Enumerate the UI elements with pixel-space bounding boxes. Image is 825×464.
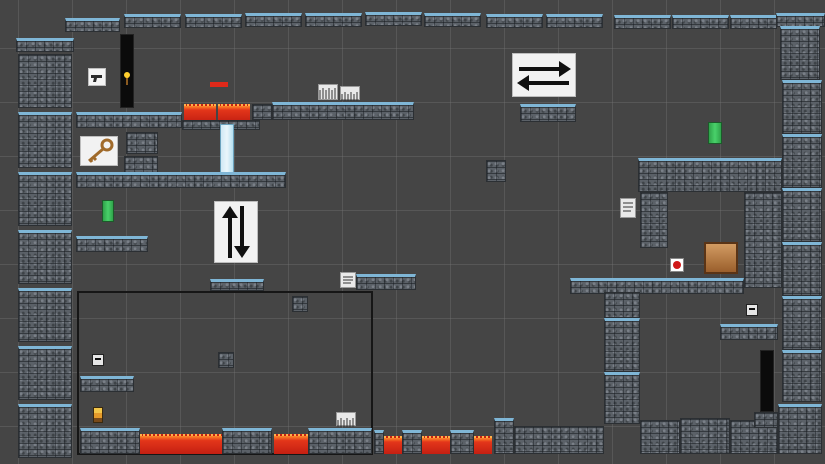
door-right[interactable] [760, 350, 774, 412]
floor-block [374, 430, 384, 454]
right-wall-block [780, 26, 820, 80]
platform-small-left [76, 236, 148, 252]
spike-trap-icon [340, 86, 360, 101]
wall-stub [126, 132, 158, 154]
ceiling-block [776, 13, 825, 27]
spike-trap-icon [336, 412, 356, 427]
column-right-lower [604, 372, 640, 424]
ceiling-block [305, 13, 362, 27]
left-wall-block [18, 230, 72, 284]
lava-pool-7 [474, 436, 492, 454]
floating-block [292, 296, 308, 312]
ceiling-block [730, 15, 777, 29]
ceiling-block [486, 14, 543, 28]
floor-block [514, 426, 604, 454]
platform-right-small [720, 324, 778, 340]
floor-block [222, 428, 272, 454]
ceiling-block [614, 15, 671, 29]
left-wall-block [18, 404, 72, 458]
left-wall-block [18, 54, 72, 108]
torch-icon[interactable] [123, 70, 131, 85]
column-right [640, 192, 668, 248]
platform-under-sign [210, 279, 264, 291]
glass-column [220, 124, 234, 176]
floor-block [402, 430, 422, 454]
platform-right-upper [638, 158, 782, 192]
right-wall-block [778, 404, 822, 454]
floor-block [640, 420, 680, 454]
key-icon[interactable] [80, 136, 118, 166]
column-right-2 [744, 192, 782, 288]
note-icon[interactable] [340, 272, 356, 288]
ceiling-block [546, 14, 603, 28]
lava-pool-6 [422, 436, 450, 454]
ceiling-block [124, 14, 181, 28]
red-marker [210, 82, 228, 87]
right-wall-block [782, 296, 822, 350]
ceiling-block [424, 13, 481, 27]
floor-block [308, 428, 372, 454]
swap-horizontal-icon [512, 53, 576, 97]
gun-icon[interactable] [88, 68, 106, 86]
wooden-crate[interactable] [704, 242, 738, 274]
platform-small [520, 104, 576, 122]
note-icon[interactable] [620, 198, 636, 218]
floor-block [450, 430, 474, 454]
left-wall-block [18, 288, 72, 342]
floor-block [680, 418, 730, 454]
right-wall-block [782, 80, 822, 134]
platform-step [252, 104, 272, 120]
robot-enemy[interactable] [746, 304, 758, 316]
floor-block [80, 428, 140, 454]
right-wall-block [782, 350, 822, 402]
red-button[interactable] [670, 258, 684, 272]
left-wall-block [16, 38, 74, 52]
swap-vertical-icon [214, 201, 258, 263]
platform-right-mid [570, 278, 744, 294]
green-door-2[interactable] [708, 122, 722, 144]
column-right-lower [604, 292, 640, 318]
floor-block [754, 412, 778, 428]
left-wall-block [18, 172, 72, 226]
green-door-1[interactable] [102, 200, 114, 222]
platform-upper-right [272, 102, 414, 120]
robot-enemy[interactable] [92, 354, 104, 366]
lava-pool-3 [140, 434, 224, 454]
ceiling-block [185, 14, 242, 28]
platform-zone-left [80, 376, 134, 392]
ceiling-block [65, 18, 120, 32]
lava-pool-5 [384, 436, 402, 454]
right-wall-block [782, 188, 822, 242]
right-wall-block [782, 242, 822, 296]
platform-mid [356, 274, 416, 290]
spike-trap-icon [318, 84, 338, 100]
platform-upper-left [76, 112, 182, 128]
floating-block [218, 352, 234, 368]
ceiling-block [672, 15, 729, 29]
ceiling-block [365, 12, 422, 26]
lava-pool-4 [274, 434, 308, 454]
column-right-lower [604, 318, 640, 372]
left-wall-block [18, 112, 72, 168]
floor-block [494, 418, 514, 454]
game-level [0, 0, 825, 464]
right-wall-block [782, 134, 822, 188]
ceiling-block [245, 13, 302, 27]
platform-mid-left [76, 172, 286, 188]
player-character[interactable] [93, 407, 103, 423]
left-wall-block [18, 346, 72, 400]
floating-block [486, 160, 506, 182]
